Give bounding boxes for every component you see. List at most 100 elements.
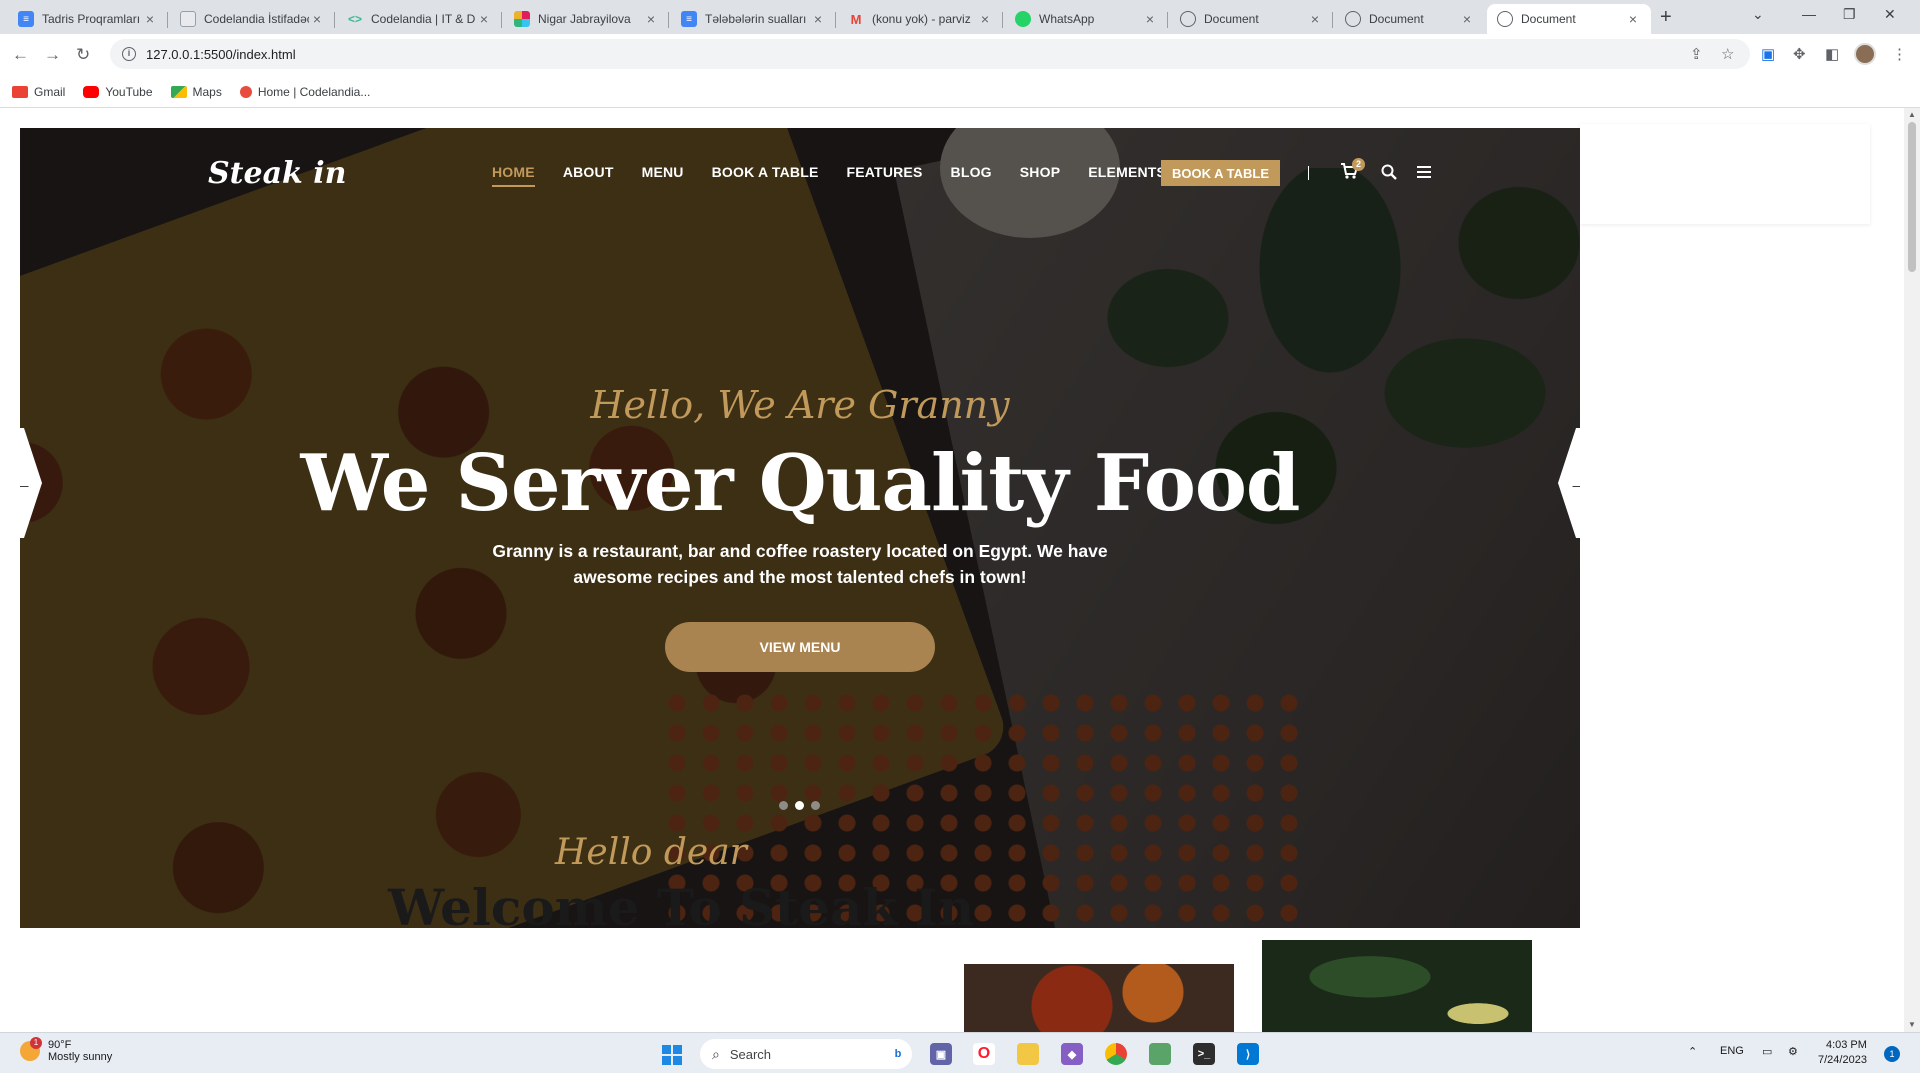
close-icon[interactable]: × bbox=[810, 11, 826, 27]
more-menu-icon[interactable]: ⋮ bbox=[1892, 45, 1907, 63]
bookmark-gmail[interactable]: Gmail bbox=[12, 85, 65, 99]
close-icon[interactable]: × bbox=[476, 11, 492, 27]
browser-tab-active[interactable]: Document × bbox=[1487, 4, 1651, 34]
herbs-image-thumbnail bbox=[1262, 940, 1532, 1032]
language-indicator[interactable]: ENG bbox=[1720, 1045, 1744, 1057]
close-icon[interactable]: × bbox=[1142, 11, 1158, 27]
close-icon[interactable]: × bbox=[643, 11, 659, 27]
nav-features[interactable]: FEATURES bbox=[847, 164, 923, 180]
side-panel-icon[interactable]: ◧ bbox=[1825, 45, 1839, 63]
windows-start-icon[interactable] bbox=[662, 1045, 682, 1065]
browser-tab[interactable]: ≡ Tələbələrin sualları × bbox=[671, 4, 836, 34]
extensions-puzzle-icon[interactable]: ✥ bbox=[1793, 45, 1806, 63]
system-clock[interactable]: 4:03 PM 7/24/2023 bbox=[1818, 1038, 1867, 1068]
browser-tab[interactable]: Nigar Jabrayilova × bbox=[504, 4, 669, 34]
tab-search-chevron-icon[interactable]: ⌄ bbox=[1752, 6, 1764, 23]
bookmark-star-icon[interactable]: ☆ bbox=[1721, 45, 1734, 63]
tab-title: WhatsApp bbox=[1039, 12, 1095, 26]
bing-icon[interactable]: b bbox=[887, 1043, 909, 1065]
scroll-down-arrow-icon[interactable]: ▼ bbox=[1908, 1020, 1916, 1029]
restore-button[interactable]: ❐ bbox=[1843, 6, 1856, 23]
network-icon[interactable]: ⚙ bbox=[1788, 1045, 1798, 1058]
profile-avatar[interactable] bbox=[1854, 43, 1876, 65]
close-icon[interactable]: × bbox=[309, 11, 325, 27]
browser-tab[interactable]: Document × bbox=[1335, 4, 1485, 34]
taskbar-search[interactable]: ⌕ Search bbox=[700, 1039, 912, 1069]
globe-icon bbox=[1180, 11, 1196, 27]
hamburger-menu-icon[interactable] bbox=[1417, 166, 1431, 178]
extension-icon[interactable]: ▣ bbox=[1761, 45, 1775, 63]
bookmark-codelandia[interactable]: Home | Codelandia... bbox=[239, 84, 371, 99]
slider-dot[interactable] bbox=[811, 801, 820, 810]
visual-studio-icon[interactable]: ◆ bbox=[1061, 1043, 1083, 1065]
site-logo[interactable]: Steak in bbox=[208, 156, 347, 191]
tab-title: Codelandia İstifadəçi bbox=[204, 12, 309, 26]
forward-button[interactable]: → bbox=[44, 45, 61, 65]
tray-chevron-icon[interactable]: ⌃ bbox=[1688, 1045, 1697, 1058]
site-info-icon[interactable]: i bbox=[122, 47, 136, 61]
tab-title: Codelandia | IT & Dizayn bbox=[371, 12, 476, 26]
code-icon: <> bbox=[347, 12, 362, 26]
bookmark-maps[interactable]: Maps bbox=[170, 84, 222, 99]
terminal-icon[interactable]: >_ bbox=[1193, 1043, 1215, 1065]
browser-tab[interactable]: M (konu yok) - parviz × bbox=[838, 4, 1003, 34]
nav-menu[interactable]: MENU bbox=[642, 164, 684, 180]
taskbar-search-placeholder: Search bbox=[729, 1046, 772, 1062]
search-button[interactable] bbox=[1381, 164, 1397, 185]
weather-widget[interactable]: 1 90°F Mostly sunny bbox=[20, 1037, 112, 1063]
nav-shop[interactable]: SHOP bbox=[1020, 164, 1060, 180]
opera-icon[interactable]: O bbox=[973, 1043, 995, 1065]
share-icon[interactable]: ⇪ bbox=[1690, 45, 1703, 63]
google-docs-icon: ≡ bbox=[18, 11, 34, 27]
browser-tab[interactable]: Document × bbox=[1170, 4, 1333, 34]
browser-tab[interactable]: ≡ Tadris Proqramları × bbox=[8, 4, 168, 34]
slider-dot[interactable] bbox=[779, 801, 788, 810]
bookmark-youtube[interactable]: YouTube bbox=[83, 85, 153, 99]
gmail-icon: M bbox=[850, 11, 862, 27]
close-icon[interactable]: × bbox=[1625, 11, 1641, 27]
nav-book-a-table[interactable]: BOOK A TABLE bbox=[712, 164, 819, 180]
back-button[interactable]: ← bbox=[12, 45, 29, 65]
tab-separator bbox=[334, 12, 335, 28]
bookmark-label: Maps bbox=[192, 84, 222, 99]
nav-about[interactable]: ABOUT bbox=[563, 164, 614, 180]
browser-tab[interactable]: <> Codelandia | IT & Dizayn × bbox=[337, 4, 502, 34]
reload-button[interactable]: ↻ bbox=[76, 45, 90, 65]
minimize-button[interactable]: — bbox=[1802, 6, 1816, 22]
book-a-table-button[interactable]: BOOK A TABLE bbox=[1161, 160, 1280, 186]
close-icon[interactable]: × bbox=[1307, 11, 1323, 27]
page-viewport: Steak in HOME ABOUT MENU BOOK A TABLE FE… bbox=[0, 108, 1904, 1032]
browser-tab[interactable]: Codelandia İstifadəçi × bbox=[170, 4, 335, 34]
globe-icon bbox=[1345, 11, 1361, 27]
close-window-button[interactable]: ✕ bbox=[1884, 6, 1896, 23]
notification-badge[interactable]: 1 bbox=[1884, 1046, 1900, 1062]
close-icon[interactable]: × bbox=[142, 11, 158, 27]
page-scrollbar[interactable]: ▲ ▼ bbox=[1904, 108, 1920, 1032]
vscode-icon[interactable]: ⟩ bbox=[1237, 1043, 1259, 1065]
view-menu-button[interactable]: VIEW MENU bbox=[665, 622, 935, 672]
chrome-icon[interactable] bbox=[1105, 1043, 1127, 1065]
file-explorer-icon[interactable] bbox=[1017, 1043, 1039, 1065]
browser-tab[interactable]: WhatsApp × bbox=[1005, 4, 1168, 34]
new-tab-button[interactable]: + bbox=[1660, 6, 1672, 29]
teams-chat-icon[interactable]: ▣ bbox=[930, 1043, 952, 1065]
bookmark-label: Home | Codelandia... bbox=[257, 84, 371, 99]
sun-icon: 1 bbox=[20, 1037, 42, 1061]
cart-button[interactable]: 2 bbox=[1340, 158, 1365, 184]
nav-divider bbox=[1308, 166, 1309, 180]
slider-dot-active[interactable] bbox=[795, 801, 804, 810]
close-icon[interactable]: × bbox=[1459, 11, 1475, 27]
close-icon[interactable]: × bbox=[977, 11, 993, 27]
nav-elements[interactable]: ELEMENTS bbox=[1088, 164, 1166, 180]
scroll-up-arrow-icon[interactable]: ▲ bbox=[1908, 110, 1916, 119]
scrollbar-thumb[interactable] bbox=[1908, 122, 1916, 272]
nav-blog[interactable]: BLOG bbox=[951, 164, 992, 180]
app-icon[interactable] bbox=[1149, 1043, 1171, 1065]
display-icon[interactable]: ▭ bbox=[1762, 1045, 1772, 1058]
address-bar[interactable]: i 127.0.0.1:5500/index.html bbox=[110, 39, 1750, 69]
welcome-title: Welcome To Steak In bbox=[388, 878, 975, 937]
globe-icon bbox=[1497, 11, 1513, 27]
windows-taskbar: 1 90°F Mostly sunny ⌕ Search b ▣ O ◆ >_ … bbox=[0, 1032, 1920, 1073]
cart-count-badge: 2 bbox=[1352, 158, 1365, 171]
nav-home[interactable]: HOME bbox=[492, 164, 535, 187]
